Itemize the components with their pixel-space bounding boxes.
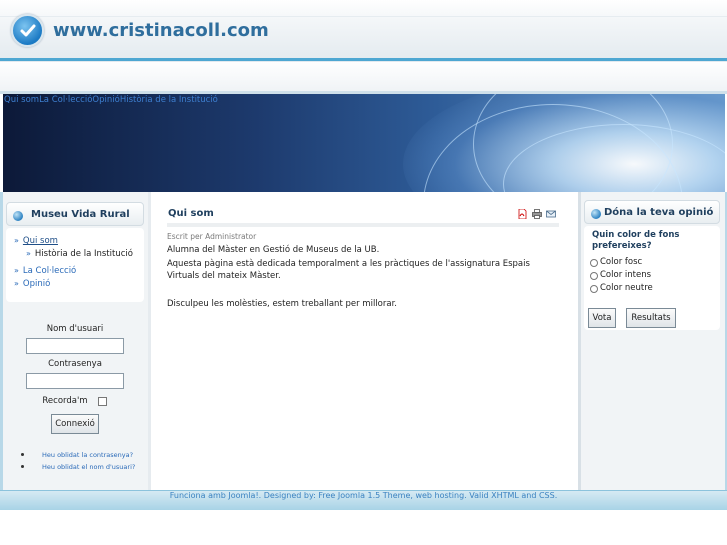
- print-icon[interactable]: [532, 209, 542, 219]
- double-chevron-icon: »: [14, 266, 19, 275]
- article-paragraph: Aquesta pàgina està dedicada temporalmen…: [167, 259, 530, 281]
- sidebar-item-qui-som[interactable]: » Qui som: [14, 236, 58, 246]
- poll-option-label: Color neutre: [600, 283, 653, 293]
- poll-option-radio[interactable]: [590, 272, 598, 280]
- poll-header: Dóna la teva opinió: [584, 200, 720, 224]
- results-button[interactable]: Resultats: [626, 308, 676, 328]
- sidebar-item-label: Història de la Institució: [34, 249, 133, 259]
- vote-button[interactable]: Vota: [588, 308, 616, 328]
- email-icon[interactable]: [546, 209, 556, 219]
- poll-option-label: Color intens: [600, 270, 652, 280]
- username-label: Nom d'usuari: [46, 324, 104, 334]
- article-paragraph: Disculpeu les molèsties, estem treballan…: [167, 299, 397, 309]
- sidebar-item-label: La Col·lecció: [22, 266, 77, 276]
- top-navigation: Qui som La Col·lecció Opinió Història de…: [4, 95, 218, 107]
- article-paragraph: Alumna del Màster en Gestió de Museus de…: [167, 245, 380, 255]
- double-chevron-icon: »: [14, 236, 19, 245]
- list-bullet: [21, 453, 24, 456]
- checkmark-logo-icon[interactable]: [11, 14, 44, 47]
- poll-box: Quin color de fons prefereixes? Color fo…: [584, 226, 720, 330]
- subheader-bar: [0, 62, 727, 94]
- pdf-icon[interactable]: [517, 209, 527, 219]
- topnav-item-collection[interactable]: La Col·lecció: [39, 95, 92, 107]
- list-bullet: [21, 465, 24, 468]
- remember-checkbox[interactable]: [98, 397, 107, 406]
- poll-option-radio[interactable]: [590, 285, 598, 293]
- checkmark-glyph-icon: [20, 24, 36, 37]
- main-menu-title: Museu Vida Rural: [31, 209, 130, 220]
- login-button[interactable]: Connexió: [51, 414, 99, 434]
- password-label: Contrasenya: [48, 359, 102, 369]
- site-title[interactable]: www.cristinacoll.com: [53, 20, 269, 41]
- poll-option-radio[interactable]: [590, 259, 598, 267]
- main-menu-header: Museu Vida Rural: [6, 202, 144, 226]
- site-header: www.cristinacoll.com: [0, 0, 727, 62]
- sidebar-item-label: Opinió: [22, 279, 51, 289]
- main-menu: » Qui som » Història de la Institució » La …: [6, 228, 144, 302]
- double-chevron-icon: »: [26, 249, 31, 258]
- sidebar-item-history[interactable]: » Història de la Institució: [26, 249, 133, 259]
- sidebar-item-opinion[interactable]: » Opinió: [14, 279, 50, 289]
- globe-banner: [3, 94, 725, 192]
- site-footer: Funciona amb Joomla!. Designed by: Free …: [0, 490, 727, 510]
- topnav-item-opinion[interactable]: Opinió: [92, 95, 119, 107]
- double-chevron-icon: »: [14, 279, 19, 288]
- article-divider: [167, 223, 559, 227]
- poll-question: Quin color de fons prefereixes?: [592, 230, 680, 251]
- topnav-item-qui-som[interactable]: Qui som: [4, 95, 39, 107]
- sidebar-item-collection[interactable]: » La Col·lecció: [14, 266, 76, 276]
- username-input[interactable]: [26, 338, 124, 354]
- article-author: Escrit per Administrator: [167, 232, 257, 241]
- poll-option-label: Color fosc: [600, 257, 643, 267]
- header-accent-line: [0, 58, 727, 61]
- bullet-icon: [13, 211, 23, 221]
- sidebar-item-label: Qui som: [22, 236, 58, 246]
- bullet-icon: [591, 209, 601, 219]
- forgot-password-link[interactable]: Heu oblidat la contrasenya?: [42, 451, 133, 459]
- topnav-item-history[interactable]: Història de la Institució: [120, 95, 218, 107]
- login-form: Nom d'usuari Contrasenya Recorda'm Conne…: [6, 310, 144, 490]
- article-title: Qui som: [168, 208, 214, 219]
- forgot-username-link[interactable]: Heu oblidat el nom d'usuari?: [42, 463, 135, 471]
- poll-title: Dóna la teva opinió: [604, 207, 714, 218]
- password-input[interactable]: [26, 373, 124, 389]
- main-content: Qui som Escrit per Administrator Alumna …: [148, 192, 578, 492]
- footer-credits[interactable]: Funciona amb Joomla!. Designed by: Free …: [0, 491, 727, 500]
- header-divider: [0, 16, 727, 17]
